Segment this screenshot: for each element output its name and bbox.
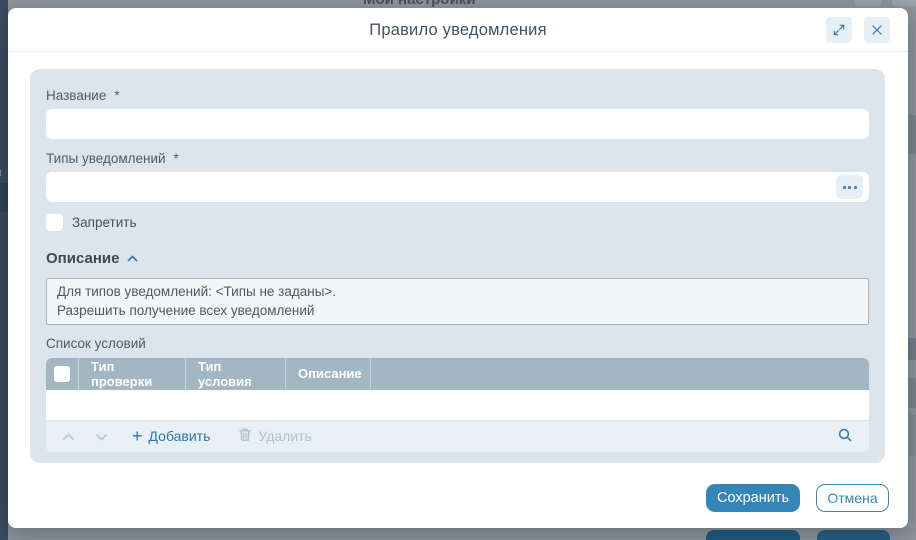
move-down-button[interactable] [93,429,109,444]
deny-checkbox[interactable] [46,214,63,231]
conditions-table-header: Тип проверки Тип условия Описание [46,358,869,390]
background-dialog-title: Мои настройки [363,0,475,8]
search-icon [837,427,853,446]
chevron-up-icon [62,429,75,444]
column-header-condition-type: Тип условия [186,358,286,390]
save-button[interactable]: Сохранить [706,484,800,512]
dialog-title: Правило уведомления [8,8,908,52]
chevron-up-icon [127,249,138,267]
deny-checkbox-label[interactable]: Запретить [72,215,136,230]
background-dialog-bottom-edge [8,528,916,540]
ellipsis-icon [848,186,851,189]
description-section-toggle[interactable]: Описание [46,249,138,267]
close-dialog-button[interactable] [864,17,890,43]
conditions-table: Тип проверки Тип условия Описание [46,358,869,452]
types-field-label: Типы уведомлений * [46,151,869,166]
plus-icon: + [132,429,143,443]
trash-icon [238,427,252,445]
delete-button-label: Удалить [258,428,311,444]
background-app-sidebar: я и н м ь з е [0,0,8,540]
background-close-icon [892,0,916,6]
conditions-list-label: Список условий [46,336,869,351]
expand-icon [832,23,846,37]
background-dialog-right-edge [908,8,916,540]
deny-checkbox-row[interactable]: Запретить [46,213,869,231]
table-toolbar: + Добавить Удалить [46,420,869,452]
types-picker-button[interactable] [836,175,863,199]
expand-dialog-button[interactable] [826,17,852,43]
dialog-header: Правило уведомления [8,8,908,52]
column-header-check-type: Тип проверки [79,358,186,390]
sidebar-text-fragment: з [0,287,8,299]
name-field-label: Название * [46,69,869,103]
description-section-title: Описание [46,250,119,267]
select-all-checkbox[interactable] [54,366,70,382]
notification-rule-dialog: Правило уведомления Название * Типы увед… [8,8,908,528]
header-checkbox-cell [46,358,79,390]
background-row-hint [908,415,916,456]
cancel-button[interactable]: Отмена [816,484,889,512]
name-input[interactable] [46,109,869,139]
ellipsis-icon [843,186,846,189]
empty-table-body [46,390,869,420]
column-header-empty [371,358,869,390]
background-row-hint [908,115,916,154]
add-button-label: Добавить [149,428,211,444]
form-panel: Название * Типы уведомлений * Запретить … [30,69,885,463]
description-readonly-box: Для типов уведомлений: <Типы не заданы>.… [46,278,869,325]
types-input[interactable] [46,172,869,202]
column-header-description: Описание [286,358,371,390]
sidebar-text-fragment: е [0,513,8,525]
background-save-button-dimmed [706,530,800,540]
background-row-hint [908,378,916,408]
background-row-hint [908,338,916,360]
background-cancel-button-dimmed [817,530,890,540]
delete-condition-button[interactable]: Удалить [238,427,311,445]
dialog-footer: Сохранить Отмена [706,484,889,512]
sidebar-text-fragment: м [0,167,8,179]
required-mark: * [174,151,179,166]
sidebar-text-fragment: и [0,51,8,63]
types-input-wrap [46,172,869,202]
sidebar-text-fragment: ь [0,191,8,203]
close-icon [870,23,884,37]
move-up-button[interactable] [60,429,76,444]
name-label-text: Название [46,88,106,103]
search-button[interactable] [837,427,853,446]
background-dialog-header: Мои настройки [8,0,916,8]
required-mark: * [114,88,119,103]
types-label-text: Типы уведомлений [46,151,166,166]
chevron-down-icon [95,429,108,444]
ellipsis-icon [854,186,857,189]
sidebar-text-fragment: н [0,135,8,147]
background-expand-icon [855,0,881,6]
sidebar-text-fragment: я [0,22,8,34]
add-condition-button[interactable]: + Добавить [132,428,210,444]
